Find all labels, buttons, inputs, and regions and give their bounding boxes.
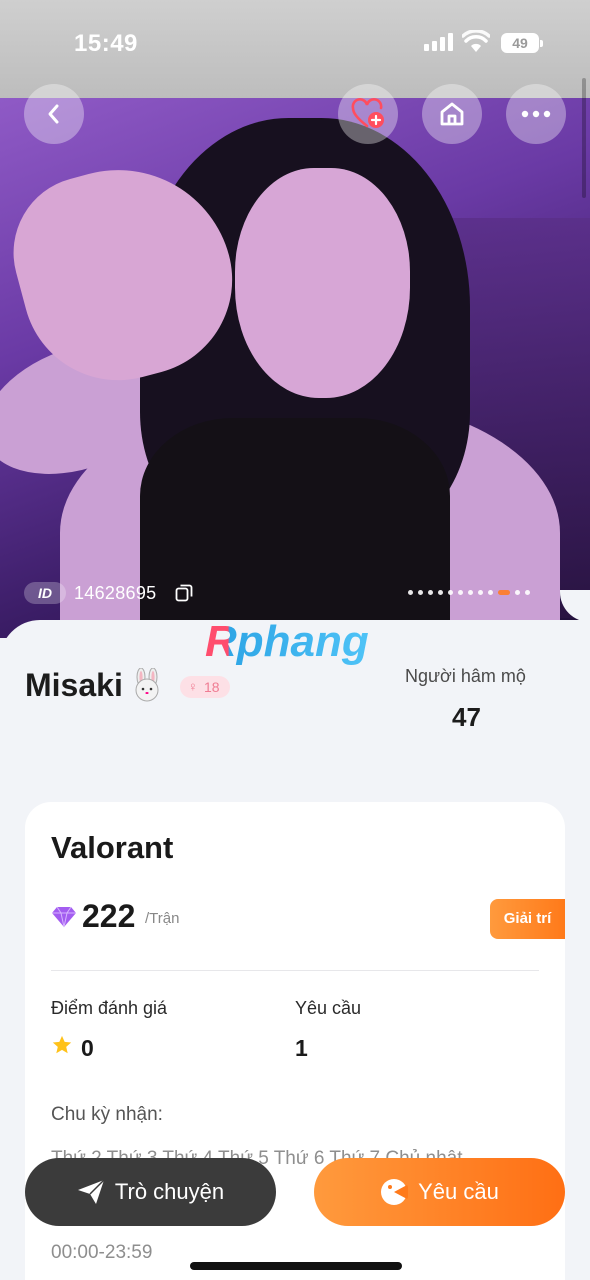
id-badge: ID xyxy=(24,582,66,604)
fans-count: 47 xyxy=(452,702,481,732)
chevron-left-icon xyxy=(48,104,59,124)
send-icon xyxy=(77,1179,105,1204)
game-title: Valorant xyxy=(51,830,174,865)
rating-value: 0 xyxy=(81,1035,94,1061)
available-hours: 00:00-23:59 xyxy=(51,1242,153,1263)
watermark-logo: Rphang xyxy=(205,617,369,666)
age-value: 18 xyxy=(204,679,220,695)
user-id: 14628695 xyxy=(74,583,157,603)
chat-button[interactable]: Trò chuyện xyxy=(25,1158,276,1226)
cycle-label: Chu kỳ nhận: xyxy=(51,1104,163,1125)
wifi-icon xyxy=(462,30,490,52)
more-button[interactable] xyxy=(506,84,566,144)
status-bar: 15:49 49 xyxy=(0,0,590,98)
divider xyxy=(51,970,539,971)
age-badge: ♀ 18 xyxy=(180,676,230,698)
pager-dot[interactable] xyxy=(448,590,453,595)
chat-button-label: Trò chuyện xyxy=(114,1179,225,1204)
rating-label: Điểm đánh giá xyxy=(51,998,168,1018)
pager-dot[interactable] xyxy=(498,590,510,595)
pager-dot[interactable] xyxy=(525,590,530,595)
request-button[interactable]: Yêu cầu xyxy=(314,1158,565,1226)
request-count-value: 1 xyxy=(295,1035,308,1061)
category-tag: Giải trí xyxy=(490,899,565,939)
photo-pager[interactable] xyxy=(408,590,530,595)
price-value: 222 xyxy=(82,898,136,934)
fans-label: Người hâm mộ xyxy=(405,666,526,686)
scroll-indicator xyxy=(582,78,586,198)
home-indicator xyxy=(190,1262,402,1270)
game-controller-icon xyxy=(381,1179,409,1205)
star-icon xyxy=(52,1035,72,1054)
profile-name: Misaki xyxy=(25,667,123,703)
profile-photo[interactable] xyxy=(0,98,590,638)
pager-dot[interactable] xyxy=(428,590,433,595)
copy-icon[interactable] xyxy=(175,584,193,602)
signal-icon xyxy=(424,33,453,51)
more-icon xyxy=(521,110,551,118)
pager-dot[interactable] xyxy=(408,590,413,595)
back-button[interactable] xyxy=(24,84,84,144)
request-count-label: Yêu cầu xyxy=(295,998,362,1018)
diamond-icon xyxy=(52,906,76,928)
home-icon xyxy=(440,102,464,126)
follow-button[interactable] xyxy=(338,84,398,144)
pager-dot[interactable] xyxy=(515,590,520,595)
status-time: 15:49 xyxy=(74,30,138,57)
pager-dot[interactable] xyxy=(418,590,423,595)
pager-dot[interactable] xyxy=(438,590,443,595)
pager-dot[interactable] xyxy=(488,590,493,595)
battery-icon: 49 xyxy=(501,33,543,53)
pager-dot[interactable] xyxy=(478,590,483,595)
price-unit: /Trận xyxy=(145,910,180,927)
gender-female-icon: ♀ xyxy=(188,679,198,694)
pager-dot[interactable] xyxy=(468,590,473,595)
home-button[interactable] xyxy=(422,84,482,144)
request-button-label: Yêu cầu xyxy=(418,1179,499,1204)
heart-plus-icon xyxy=(351,98,384,128)
pager-dot[interactable] xyxy=(458,590,463,595)
bunny-icon xyxy=(135,668,159,702)
